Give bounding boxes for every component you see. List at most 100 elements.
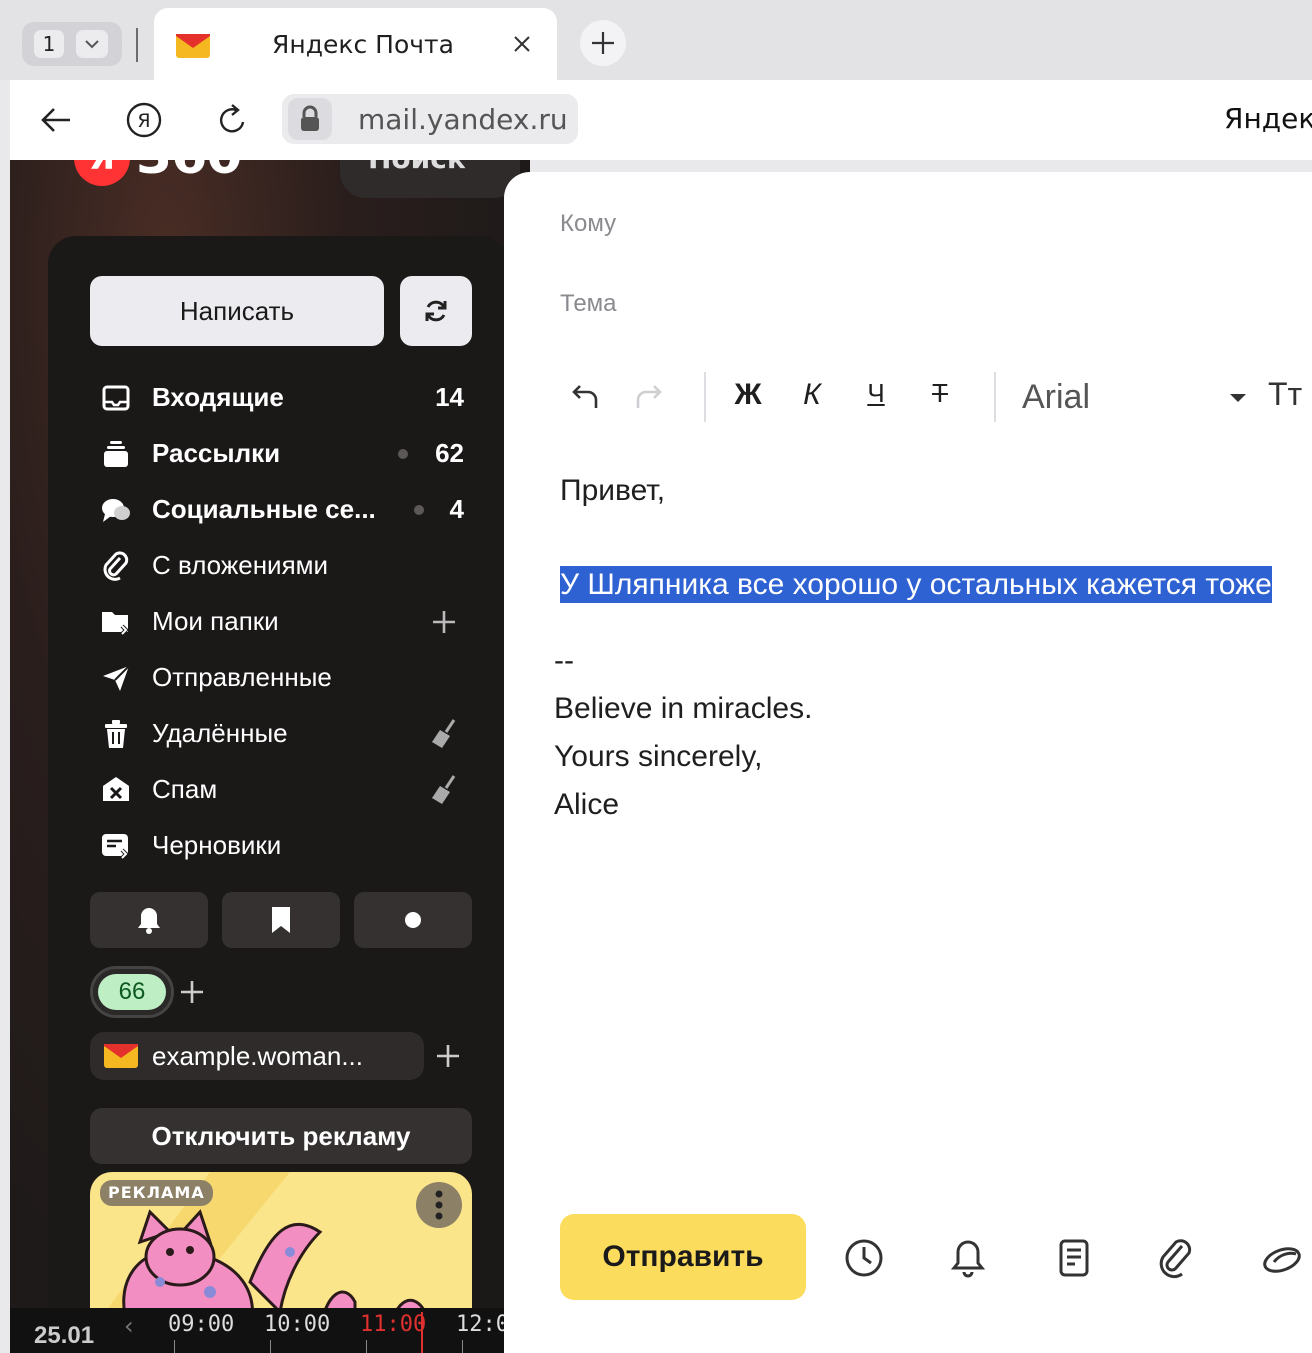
yandex-mail-logo-icon bbox=[176, 34, 210, 58]
sidebar-item-label: Спам bbox=[152, 774, 218, 804]
font-size-button[interactable]: Тт bbox=[1268, 376, 1302, 413]
to-field[interactable]: Кому bbox=[560, 210, 616, 238]
sidebar-item-my-folders[interactable]: Мои папки bbox=[100, 598, 480, 646]
account-chip[interactable]: example.woman... bbox=[90, 1032, 424, 1080]
add-folder-icon[interactable] bbox=[428, 606, 460, 638]
undo-icon[interactable] bbox=[566, 378, 602, 418]
disable-ads-button[interactable]: Отключить рекламу bbox=[90, 1108, 472, 1164]
sidebar-item-drafts[interactable]: Черновики bbox=[100, 822, 480, 870]
url-field[interactable]: mail.yandex.ru bbox=[282, 94, 578, 144]
strikethrough-button[interactable]: Т bbox=[922, 378, 958, 418]
broom-icon[interactable] bbox=[428, 718, 460, 750]
close-icon[interactable] bbox=[510, 32, 534, 56]
address-right-text[interactable]: Яндек bbox=[1224, 102, 1312, 135]
chevron-down-icon[interactable] bbox=[76, 30, 108, 58]
brand-360: 360 bbox=[136, 160, 243, 186]
ad-menu-button[interactable] bbox=[416, 1182, 462, 1228]
back-arrow-icon[interactable] bbox=[36, 100, 76, 140]
sidebar-item-spam[interactable]: Спам bbox=[100, 766, 480, 814]
signature-separator: -- bbox=[554, 644, 574, 677]
tab-yandex-mail[interactable]: Яндекс Почта bbox=[154, 8, 557, 84]
refresh-button[interactable] bbox=[400, 276, 472, 346]
toolbar-separator bbox=[994, 372, 996, 422]
bold-button[interactable]: Ж bbox=[728, 378, 768, 418]
sidebar-item-sent[interactable]: Отправленные bbox=[100, 654, 480, 702]
trash-icon bbox=[105, 720, 127, 748]
signature-line: Yours sincerely, bbox=[554, 740, 763, 773]
clock-icon[interactable] bbox=[842, 1236, 886, 1280]
sidebar-item-label: Мои папки bbox=[152, 606, 279, 636]
chevron-left-icon[interactable]: ‹ bbox=[124, 1312, 134, 1340]
sidebar-item-label: Черновики bbox=[152, 830, 282, 860]
compose-button[interactable]: Написать bbox=[90, 276, 384, 346]
more-vertical-icon bbox=[435, 1190, 443, 1220]
chevron-down-icon[interactable] bbox=[1230, 394, 1246, 402]
body-greeting[interactable]: Привет, bbox=[560, 474, 665, 508]
sidebar-item-label: Удалённые bbox=[152, 718, 288, 748]
sidebar-item-newsletters[interactable]: Рассылки 62 bbox=[100, 430, 480, 478]
italic-button[interactable]: К bbox=[794, 378, 830, 418]
unread-count: 14 bbox=[435, 382, 464, 412]
bell-icon bbox=[138, 908, 160, 934]
send-button[interactable]: Отправить bbox=[560, 1214, 806, 1300]
refresh-icon bbox=[425, 300, 447, 322]
tab-count: 1 bbox=[34, 30, 64, 58]
timeline-time: 09:00 bbox=[168, 1312, 235, 1337]
template-icon[interactable] bbox=[1052, 1236, 1096, 1280]
address-bar: Я mail.yandex.ru Яндек bbox=[10, 80, 1312, 160]
lock-icon[interactable] bbox=[288, 98, 332, 140]
label-chip[interactable]: 66 bbox=[90, 966, 174, 1018]
sidebar-item-trash[interactable]: Удалённые bbox=[100, 710, 480, 758]
filter-reminders-button[interactable] bbox=[90, 892, 208, 948]
unread-count: 62 bbox=[435, 438, 464, 468]
add-label-icon[interactable] bbox=[178, 978, 206, 1006]
timeline-tick bbox=[270, 1340, 271, 1353]
label-count: 66 bbox=[98, 974, 166, 1010]
sidebar-item-social[interactable]: Социальные се... 4 bbox=[100, 486, 480, 534]
timeline-time: 10:00 bbox=[264, 1312, 331, 1337]
sidebar-item-label: С вложениями bbox=[152, 550, 329, 580]
filter-unread-button[interactable] bbox=[354, 892, 472, 948]
font-select[interactable]: Arial bbox=[1022, 378, 1090, 417]
send-icon bbox=[103, 665, 130, 691]
folder-icon bbox=[102, 612, 129, 636]
bell-icon[interactable] bbox=[946, 1236, 990, 1280]
url-text: mail.yandex.ru bbox=[358, 103, 568, 136]
yandex-mail-logo-icon bbox=[104, 1044, 138, 1068]
paperclip-icon bbox=[103, 551, 129, 581]
selected-text: У Шляпника все хорошо у остальных кажетс… bbox=[560, 566, 1272, 603]
subject-field[interactable]: Тема bbox=[560, 290, 617, 318]
account-email: example.woman... bbox=[152, 1041, 363, 1071]
signature-line: Alice bbox=[554, 788, 620, 821]
add-account-icon[interactable] bbox=[434, 1042, 462, 1070]
disk-attach-icon[interactable] bbox=[1260, 1236, 1304, 1280]
unread-dot bbox=[414, 505, 424, 515]
reload-icon[interactable] bbox=[212, 100, 252, 140]
filter-important-button[interactable] bbox=[222, 892, 340, 948]
sidebar-item-inbox[interactable]: Входящие 14 bbox=[100, 374, 480, 422]
brand-ya: Я bbox=[74, 160, 130, 186]
browser-tab-bar: 1 Яндекс Почта bbox=[0, 0, 1312, 84]
redo-icon[interactable] bbox=[632, 378, 668, 418]
inbox-icon bbox=[102, 385, 130, 411]
sidebar-item-attachments[interactable]: С вложениями bbox=[100, 542, 480, 590]
dot-icon bbox=[405, 912, 421, 928]
toolbar-separator bbox=[704, 372, 706, 422]
body-selected-line[interactable]: У Шляпника все хорошо у остальных кажетс… bbox=[560, 566, 1272, 603]
paperclip-icon[interactable] bbox=[1154, 1236, 1198, 1280]
underline-button[interactable]: Ч bbox=[858, 378, 894, 418]
timeline-tick bbox=[462, 1340, 463, 1353]
drafts-icon bbox=[102, 834, 129, 860]
signature-line: Believe in miracles. bbox=[554, 692, 813, 725]
new-tab-button[interactable] bbox=[580, 20, 626, 66]
timeline-now-marker bbox=[421, 1312, 423, 1353]
tab-counter[interactable]: 1 bbox=[22, 22, 122, 66]
bookmark-icon bbox=[272, 907, 290, 933]
newsletter-icon bbox=[104, 441, 128, 467]
yandex-home-icon[interactable]: Я bbox=[124, 100, 164, 140]
tab-title: Яндекс Почта bbox=[272, 30, 454, 59]
search-box[interactable]: Поиск bbox=[340, 160, 520, 198]
sidebar-item-label: Отправленные bbox=[152, 662, 332, 692]
svg-text:Я: Я bbox=[137, 110, 150, 132]
broom-icon[interactable] bbox=[428, 774, 460, 806]
